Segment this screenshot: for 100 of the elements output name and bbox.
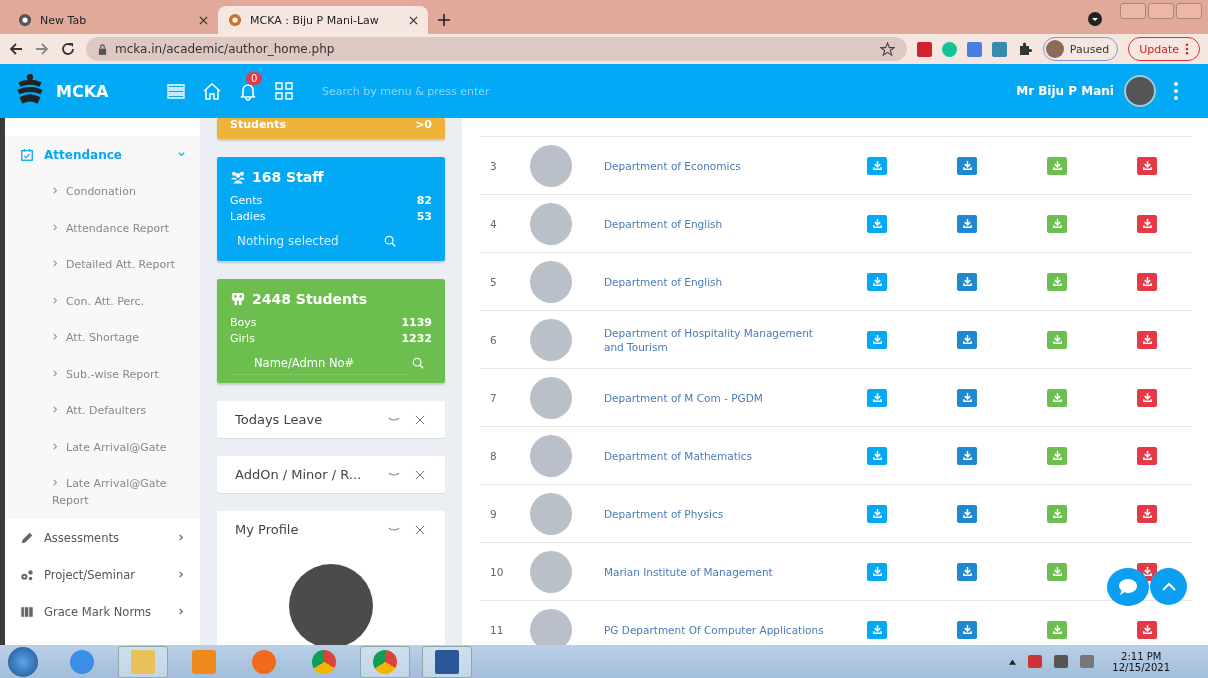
download-button[interactable] (957, 388, 977, 407)
grid-icon[interactable] (274, 81, 294, 101)
download-button[interactable] (867, 156, 887, 175)
download-button[interactable] (1137, 446, 1157, 465)
department-link[interactable]: Department of English (604, 216, 832, 231)
chevron-right-icon (52, 478, 59, 487)
more-icon[interactable] (1174, 82, 1178, 100)
download-button[interactable] (867, 272, 887, 291)
forward-icon[interactable] (34, 41, 50, 57)
star-icon[interactable] (879, 41, 895, 57)
submenu-item[interactable]: Late Arrival@Gate Report (5, 465, 200, 515)
download-button[interactable] (1137, 504, 1157, 523)
download-button[interactable] (957, 446, 977, 465)
clock[interactable]: 2:11 PM 12/15/2021 (1112, 650, 1170, 673)
sidebar-item[interactable]: Project/Seminar (5, 556, 200, 593)
download-button[interactable] (1047, 504, 1067, 523)
window-controls[interactable] (1120, 3, 1202, 19)
search-field[interactable]: Search by menu & press enter (320, 83, 724, 99)
download-button[interactable] (1047, 214, 1067, 233)
home-icon[interactable] (202, 81, 222, 101)
address-bar[interactable]: mcka.in/academic/author_home.php (86, 37, 907, 61)
extension-icon[interactable] (916, 41, 932, 57)
download-button[interactable] (957, 562, 977, 581)
photo-placeholder (530, 260, 572, 303)
download-button[interactable] (1047, 562, 1067, 581)
download-icon (961, 160, 973, 171)
download-button[interactable] (867, 562, 887, 581)
download-button[interactable] (867, 504, 887, 523)
download-button[interactable] (867, 620, 887, 639)
download-button[interactable] (1137, 388, 1157, 407)
row-number: 4 (489, 217, 498, 230)
download-button[interactable] (1047, 272, 1067, 291)
browser-tab[interactable]: New Tab (8, 6, 218, 34)
chat-button[interactable] (1107, 568, 1149, 606)
download-button[interactable] (1047, 388, 1067, 407)
download-icon (961, 334, 973, 345)
close-icon[interactable] (409, 15, 418, 25)
reload-icon[interactable] (60, 41, 76, 57)
submenu-item[interactable]: Late Arrival@Gate (5, 428, 200, 465)
chevron-right-icon (52, 295, 59, 305)
sidebar-item[interactable]: Grace Mark Norms (5, 593, 200, 630)
department-link[interactable]: Marian Institute of Management (604, 564, 832, 579)
back-icon[interactable] (8, 41, 24, 57)
sidebar-item[interactable]: Attendance (5, 136, 200, 173)
new-tab-icon[interactable] (438, 14, 450, 26)
department-link[interactable]: Department of Mathematics (604, 448, 832, 463)
download-button[interactable] (1137, 272, 1157, 291)
browser-tab[interactable]: MCKA : Biju P Mani-Law (218, 6, 428, 34)
department-link[interactable]: Department of Physics (604, 506, 832, 521)
download-button[interactable] (1137, 330, 1157, 349)
stat-value: 1139 (401, 315, 432, 331)
menu-icon[interactable] (166, 81, 186, 101)
stat-label: Gents (230, 193, 263, 209)
submenu-item[interactable]: Att. Shortage (5, 319, 200, 356)
profile-button[interactable]: Paused (1042, 37, 1119, 61)
download-button[interactable] (957, 504, 977, 523)
download-button[interactable] (867, 388, 887, 407)
download-button[interactable] (957, 330, 977, 349)
download-button[interactable] (1047, 156, 1067, 175)
submenu-item[interactable]: Condonation (5, 173, 200, 210)
tray-arrow-icon[interactable] (1009, 658, 1017, 665)
student-search-field[interactable]: Name/Admn No# (230, 351, 410, 375)
department-link[interactable]: Department of Hospitality Management and Tourism (604, 325, 832, 354)
submenu-item[interactable]: Att. Defaulters (5, 392, 200, 429)
download-button[interactable] (867, 446, 887, 465)
submenu-item[interactable]: Detailed Att. Report (5, 246, 200, 283)
download-button[interactable] (957, 272, 977, 291)
submenu-item[interactable]: Sub.-wise Report (5, 355, 200, 392)
start-button[interactable] (8, 646, 38, 677)
close-icon[interactable] (199, 15, 208, 25)
download-button[interactable] (1047, 330, 1067, 349)
download-button[interactable] (867, 214, 887, 233)
department-link[interactable]: Department of M Com - PGDM (604, 390, 832, 405)
scroll-top-button[interactable] (1150, 568, 1187, 605)
download-button[interactable] (957, 214, 977, 233)
extension-icon[interactable] (966, 41, 982, 57)
close-icon[interactable] (414, 524, 426, 535)
department-link[interactable]: PG Department Of Computer Applications (604, 622, 832, 637)
department-link[interactable]: Department of Economics (604, 158, 832, 173)
download-button[interactable] (1047, 446, 1067, 465)
download-button[interactable] (1137, 214, 1157, 233)
download-button[interactable] (867, 330, 887, 349)
avatar-icon[interactable] (1124, 75, 1156, 107)
close-icon[interactable] (414, 414, 426, 425)
close-icon[interactable] (414, 469, 426, 480)
download-button[interactable] (957, 620, 977, 639)
download-button[interactable] (1137, 156, 1157, 175)
extension-icon[interactable] (991, 41, 1007, 57)
download-button[interactable] (957, 156, 977, 175)
stat-value: 53 (416, 209, 432, 225)
row-number: 8 (489, 449, 498, 462)
download-button[interactable] (1047, 620, 1067, 639)
dropdown-icon[interactable] (1088, 12, 1102, 26)
department-link[interactable]: Department of English (604, 274, 832, 289)
submenu-item[interactable]: Attendance Report (5, 209, 200, 246)
download-button[interactable] (1137, 620, 1157, 639)
extension-icon[interactable] (941, 41, 957, 57)
submenu-item[interactable]: Con. Att. Perc. (5, 282, 200, 319)
bell-icon[interactable] (238, 81, 258, 101)
sidebar-item[interactable]: Assessments (5, 519, 200, 556)
